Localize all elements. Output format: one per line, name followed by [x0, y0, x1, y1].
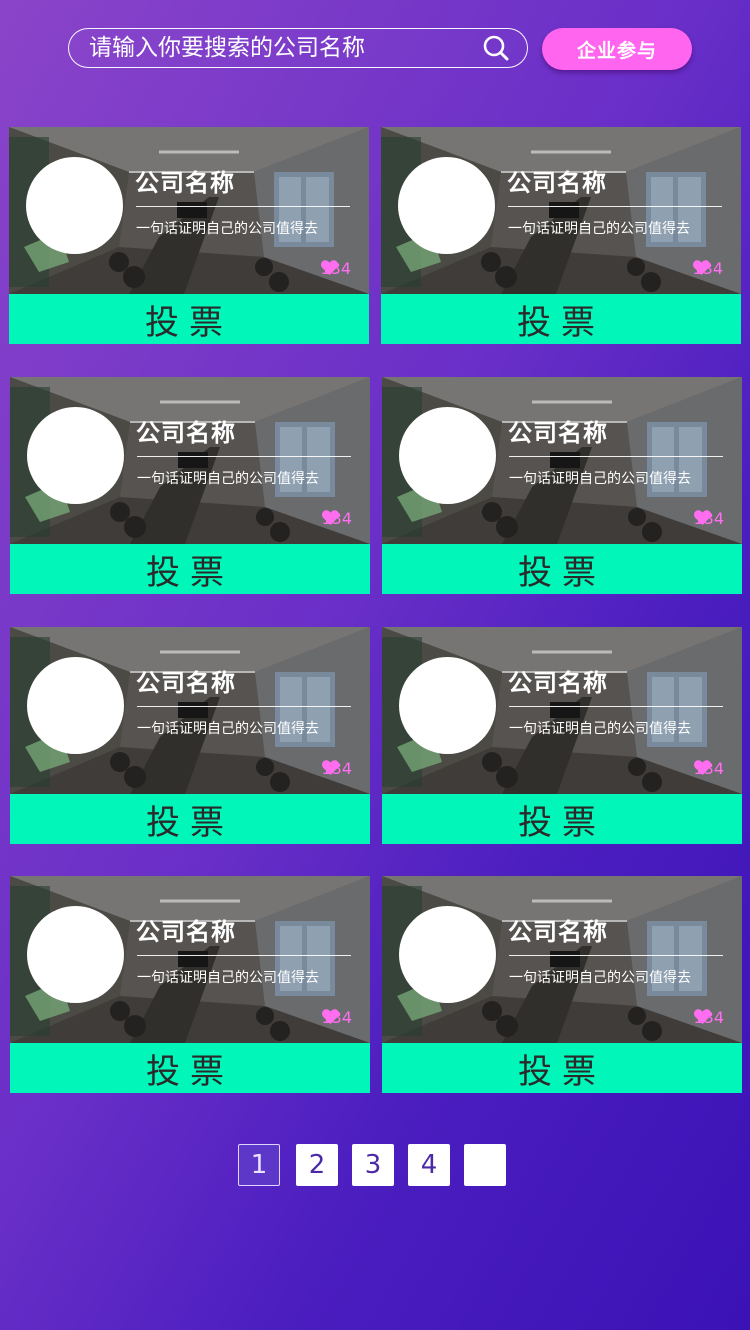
pagination: 1 2 3 4 — [238, 1144, 506, 1186]
join-button[interactable]: 企业参与 — [542, 28, 692, 70]
vote-button[interactable]: 投票 — [9, 294, 369, 344]
search-input[interactable] — [89, 29, 473, 67]
company-slogan: 一句话证明自己的公司值得去 — [508, 221, 690, 237]
company-name: 公司名称 — [508, 419, 608, 447]
divider — [509, 456, 723, 457]
office-photo: 公司名称 一句话证明自己的公司值得去 134 — [9, 127, 369, 294]
heart-icon — [322, 1009, 340, 1025]
company-slogan: 一句话证明自己的公司值得去 — [509, 721, 691, 737]
company-logo-placeholder — [27, 657, 124, 754]
office-photo: 公司名称 一句话证明自己的公司值得去 134 — [382, 627, 742, 794]
vote-button[interactable]: 投票 — [10, 794, 370, 844]
company-slogan: 一句话证明自己的公司值得去 — [509, 471, 691, 487]
company-card: 公司名称 一句话证明自己的公司值得去 134 投票 — [382, 377, 742, 594]
office-photo: 公司名称 一句话证明自己的公司值得去 134 — [382, 377, 742, 544]
company-card: 公司名称 一句话证明自己的公司值得去 134 投票 — [10, 876, 370, 1093]
office-photo: 公司名称 一句话证明自己的公司值得去 134 — [10, 627, 370, 794]
company-card: 公司名称 一句话证明自己的公司值得去 134 投票 — [10, 377, 370, 594]
company-name: 公司名称 — [135, 169, 235, 197]
office-photo: 公司名称 一句话证明自己的公司值得去 134 — [10, 377, 370, 544]
heart-icon — [321, 260, 339, 276]
company-logo-placeholder — [399, 906, 496, 1003]
divider — [508, 206, 722, 207]
search-box[interactable] — [68, 28, 528, 68]
company-logo-placeholder — [27, 906, 124, 1003]
vote-button[interactable]: 投票 — [382, 1043, 742, 1093]
company-name: 公司名称 — [508, 669, 608, 697]
like-count: 134 — [320, 259, 351, 278]
like-count: 134 — [693, 759, 724, 778]
like-count: 134 — [693, 509, 724, 528]
heart-icon — [694, 760, 712, 776]
company-logo-placeholder — [27, 407, 124, 504]
company-slogan: 一句话证明自己的公司值得去 — [137, 970, 319, 986]
company-logo-placeholder — [399, 407, 496, 504]
like-count: 134 — [693, 1008, 724, 1027]
vote-button[interactable]: 投票 — [10, 1043, 370, 1093]
office-photo: 公司名称 一句话证明自己的公司值得去 134 — [381, 127, 741, 294]
company-slogan: 一句话证明自己的公司值得去 — [137, 471, 319, 487]
next-page-button[interactable] — [464, 1144, 506, 1186]
company-name: 公司名称 — [507, 169, 607, 197]
divider — [509, 955, 723, 956]
like-count: 134 — [321, 1008, 352, 1027]
page-button-2[interactable]: 2 — [296, 1144, 338, 1186]
company-card: 公司名称 一句话证明自己的公司值得去 134 投票 — [381, 127, 741, 344]
like-count: 134 — [321, 759, 352, 778]
vote-button[interactable]: 投票 — [382, 544, 742, 594]
divider — [137, 955, 351, 956]
search-icon[interactable] — [481, 33, 511, 63]
company-card: 公司名称 一句话证明自己的公司值得去 134 投票 — [382, 876, 742, 1093]
heart-icon — [694, 1009, 712, 1025]
company-name: 公司名称 — [136, 419, 236, 447]
company-name: 公司名称 — [508, 918, 608, 946]
office-photo: 公司名称 一句话证明自己的公司值得去 134 — [382, 876, 742, 1043]
divider — [137, 706, 351, 707]
company-slogan: 一句话证明自己的公司值得去 — [136, 221, 318, 237]
company-name: 公司名称 — [136, 669, 236, 697]
page-button-4[interactable]: 4 — [408, 1144, 450, 1186]
heart-icon — [322, 510, 340, 526]
company-logo-placeholder — [398, 157, 495, 254]
office-photo: 公司名称 一句话证明自己的公司值得去 134 — [10, 876, 370, 1043]
divider — [137, 456, 351, 457]
divider — [136, 206, 350, 207]
company-slogan: 一句话证明自己的公司值得去 — [137, 721, 319, 737]
like-count: 134 — [321, 509, 352, 528]
heart-icon — [694, 510, 712, 526]
company-slogan: 一句话证明自己的公司值得去 — [509, 970, 691, 986]
page-button-1[interactable]: 1 — [238, 1144, 280, 1186]
company-card: 公司名称 一句话证明自己的公司值得去 134 投票 — [382, 627, 742, 844]
like-count: 134 — [692, 259, 723, 278]
vote-button[interactable]: 投票 — [382, 794, 742, 844]
heart-icon — [693, 260, 711, 276]
company-card: 公司名称 一句话证明自己的公司值得去 134 投票 — [9, 127, 369, 344]
divider — [509, 706, 723, 707]
company-name: 公司名称 — [136, 918, 236, 946]
page-button-3[interactable]: 3 — [352, 1144, 394, 1186]
vote-button[interactable]: 投票 — [381, 294, 741, 344]
vote-button[interactable]: 投票 — [10, 544, 370, 594]
company-logo-placeholder — [26, 157, 123, 254]
heart-icon — [322, 760, 340, 776]
company-card: 公司名称 一句话证明自己的公司值得去 134 投票 — [10, 627, 370, 844]
company-logo-placeholder — [399, 657, 496, 754]
